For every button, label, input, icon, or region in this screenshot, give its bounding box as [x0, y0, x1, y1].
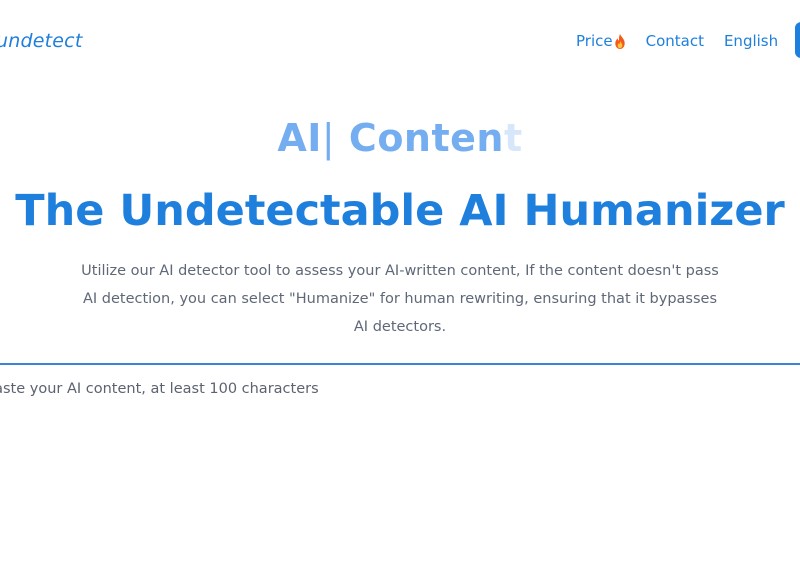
typed-fade-char: t — [503, 116, 523, 160]
page: undetect Price Contact English AI| Conte… — [0, 0, 800, 576]
site-header: undetect Price Contact English — [0, 0, 800, 80]
fire-icon — [614, 33, 625, 49]
page-title: The Undetectable AI Humanizer — [15, 186, 785, 236]
typed-text-2: Conten — [335, 116, 504, 160]
typed-headline: AI| Content — [0, 116, 800, 160]
hero-description: Utilize our AI detector tool to assess y… — [81, 263, 719, 335]
nav-contact-link[interactable]: Contact — [646, 32, 704, 50]
nav-price-link[interactable]: Price — [576, 32, 626, 50]
logo[interactable]: undetect — [0, 30, 82, 52]
language-selector[interactable]: English — [724, 32, 778, 50]
content-editor — [0, 363, 800, 576]
header-action-button[interactable] — [795, 22, 800, 58]
ai-content-input[interactable] — [0, 379, 776, 576]
typing-cursor: | — [321, 116, 336, 160]
typed-text: AI — [277, 116, 322, 160]
nav-price-label: Price — [576, 32, 613, 50]
main-nav: Price Contact English — [576, 30, 778, 52]
